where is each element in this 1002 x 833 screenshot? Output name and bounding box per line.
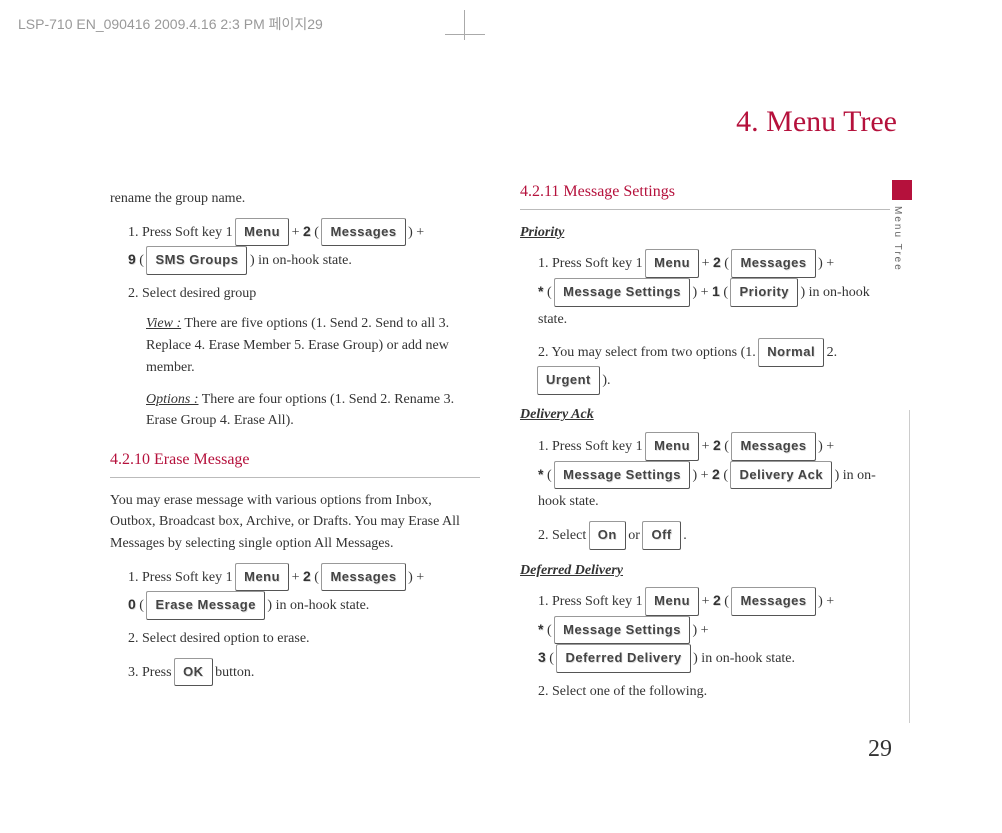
body-text: ) + [818,594,834,609]
list-item: 2. Select one of the following. [538,679,890,706]
messages-button: Messages [732,250,814,277]
body-text: 1. Press Soft key 1 [538,256,646,271]
key-star: * [538,466,543,482]
note-options: Options : There are four options (1. Sen… [146,389,480,432]
key-2: 2 [713,437,721,453]
body-text: You may erase message with various optio… [110,490,480,555]
body-text: 3. Press [128,665,175,680]
body-text: + [702,594,713,609]
sub-heading-priority: Priority [520,222,890,244]
body-text: or [628,528,643,543]
normal-button: Normal [759,339,823,366]
list-item: 2. Select On or Off . [538,522,890,550]
messages-button: Messages [732,433,814,460]
body-text: ) + [692,623,708,638]
menu-button: Menu [236,219,288,246]
body-text: 1. Press Soft key 1 [128,225,236,240]
message-settings-button: Message Settings [555,462,689,489]
key-0: 0 [128,596,136,612]
list-item: 1. Press Soft key 1 Menu + 2 ( Messages … [538,249,890,333]
list-item: 1. Press Soft key 1 Menu + 2 ( Messages … [128,563,480,620]
section-marker-icon [892,180,912,200]
body-text: ) + [408,570,424,585]
list-item: 2. Select desired option to erase. [128,626,480,653]
body-text: + [292,225,303,240]
sub-heading-deferred-delivery: Deferred Delivery [520,560,890,582]
deferred-delivery-button: Deferred Delivery [557,645,689,672]
body-text: 2. Select [538,528,590,543]
list-item: 1. Press Soft key 1 Menu + 2 ( Messages … [538,432,890,516]
on-button: On [590,522,625,549]
note-view: View : There are five options (1. Send 2… [146,313,480,378]
body-text: There are five options (1. Send 2. Send … [146,316,449,374]
ok-button: OK [175,659,212,686]
key-2: 2 [712,466,720,482]
body-text: . [683,528,687,543]
body-text: rename the group name. [110,188,480,210]
pdf-header-meta: LSP-710 EN_090416 2009.4.16 2:3 PM 페이지29 [18,14,323,34]
body-text: ). [602,373,610,388]
body-text: ) in on-hook state. [693,651,795,666]
body-text: 2. [827,345,838,360]
emphasis: View : [146,316,181,331]
vertical-rule [909,410,910,723]
column-left: rename the group name. 1. Press Soft key… [110,180,480,692]
body-text: ) in on-hook state. [250,253,352,268]
body-text: 1. Press Soft key 1 [128,570,236,585]
sms-groups-button: SMS Groups [147,247,246,274]
message-settings-button: Message Settings [555,617,689,644]
menu-button: Menu [646,250,698,277]
messages-button: Messages [322,219,404,246]
list-item: 2. Select desired group [128,281,480,308]
priority-button: Priority [731,279,797,306]
messages-button: Messages [732,588,814,615]
emphasis: Options : [146,392,199,407]
body-text: + [702,256,713,271]
key-2: 2 [713,592,721,608]
list-item: 1. Press Soft key 1 Menu + 2 ( Messages … [128,218,480,275]
body-text: ) in on-hook state. [267,598,369,613]
key-1: 1 [712,283,720,299]
off-button: Off [643,522,679,549]
side-tab-label: Menu Tree [892,206,903,272]
menu-button: Menu [646,433,698,460]
list-item: 3. Press OK button. [128,659,480,687]
delivery-ack-button: Delivery Ack [731,462,831,489]
chapter-title: 4. Menu Tree [736,105,897,139]
crop-mark-icon [450,20,480,50]
list-item: 1. Press Soft key 1 Menu + 2 ( Messages … [538,587,890,673]
body-text: ) [835,468,840,483]
column-right: 4.2.11 Message Settings Priority 1. Pres… [520,180,890,712]
key-star: * [538,283,543,299]
erase-message-button: Erase Message [147,592,263,619]
body-text: button. [215,665,254,680]
body-text: ) + [692,468,712,483]
key-3: 3 [538,649,546,665]
urgent-button: Urgent [538,367,599,394]
section-heading: 4.2.10 Erase Message [110,448,480,478]
body-text: ) + [408,225,424,240]
section-heading: 4.2.11 Message Settings [520,180,890,210]
body-text: + [702,439,713,454]
key-2: 2 [303,568,311,584]
key-9: 9 [128,251,136,267]
body-text: ) + [692,285,712,300]
messages-button: Messages [322,564,404,591]
key-2: 2 [303,223,311,239]
side-tab: Menu Tree [892,180,912,272]
page-number: 29 [868,736,892,763]
body-text: ) + [818,439,834,454]
body-text: ) + [818,256,834,271]
key-2: 2 [713,254,721,270]
body-text: 1. Press Soft key 1 [538,594,646,609]
sub-heading-delivery-ack: Delivery Ack [520,404,890,426]
list-item: 2. You may select from two options (1. N… [538,339,890,394]
body-text: 1. Press Soft key 1 [538,439,646,454]
menu-button: Menu [646,588,698,615]
body-text: + [292,570,303,585]
key-star: * [538,621,543,637]
body-text: 2. You may select from two options (1. [538,345,759,360]
message-settings-button: Message Settings [555,279,689,306]
menu-button: Menu [236,564,288,591]
